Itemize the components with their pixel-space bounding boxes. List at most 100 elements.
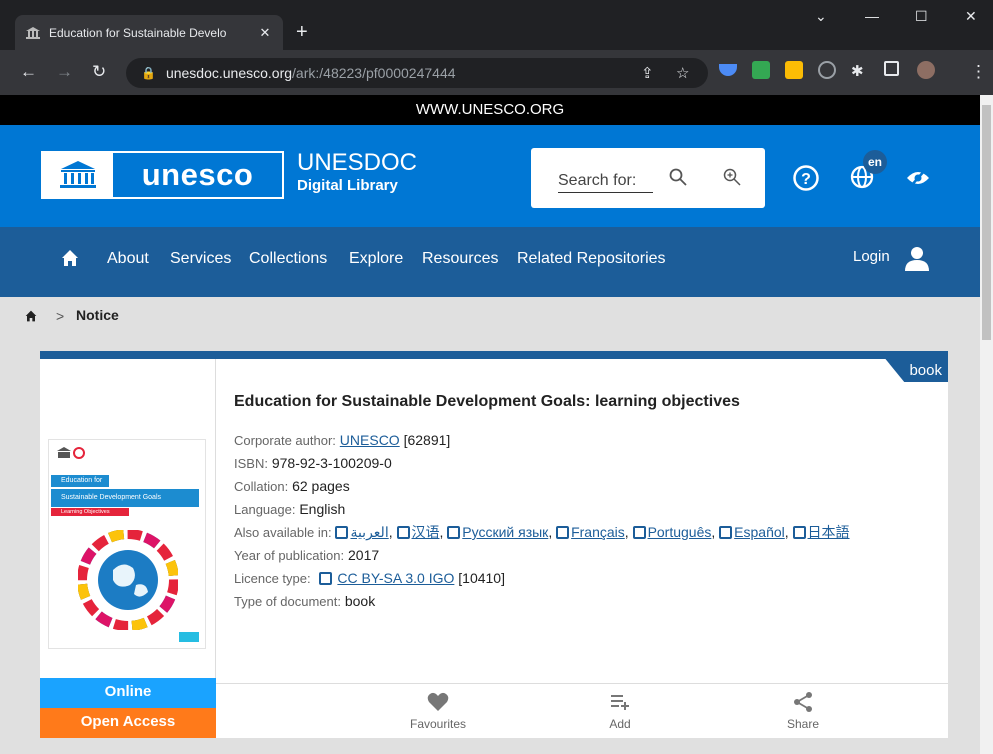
extension-shield-icon[interactable]	[719, 64, 737, 76]
language-label: Language:	[234, 502, 296, 517]
licence-id: [10410]	[458, 570, 505, 586]
nav-about[interactable]: About	[107, 250, 149, 268]
advanced-search-icon[interactable]	[723, 168, 741, 191]
doctype-value: book	[344, 593, 376, 609]
lang-link-chinese[interactable]: 汉语	[412, 524, 440, 540]
open-access-badge[interactable]: Open Access	[40, 708, 216, 738]
address-bar[interactable]: 🔒 unesdoc.unesco.org/ark:/48223/pf000024…	[126, 58, 708, 88]
doctype-label: Type of document:	[234, 594, 341, 609]
share-button[interactable]: Share	[763, 692, 843, 731]
side-panel-icon[interactable]	[884, 61, 899, 76]
external-link-icon	[318, 572, 332, 585]
corporate-author-id: [62891]	[403, 432, 451, 448]
home-icon[interactable]	[61, 249, 79, 272]
language-badge[interactable]: en	[863, 150, 887, 174]
login-link[interactable]: Login	[853, 248, 890, 265]
browser-menu-icon[interactable]: ⋮	[970, 63, 987, 81]
breadcrumb-current: Notice	[76, 307, 119, 323]
nav-collections[interactable]: Collections	[249, 250, 327, 268]
external-link-icon	[556, 526, 570, 539]
cover-title-line-3: Learning Objectives	[51, 508, 129, 516]
corporate-author-link[interactable]: UNESCO	[340, 432, 400, 448]
tab-search-icon[interactable]: ⌄	[815, 8, 827, 25]
maximize-icon[interactable]: ☐	[915, 8, 928, 25]
online-badge[interactable]: Online	[40, 678, 216, 708]
window-close-icon[interactable]: ✕	[965, 8, 977, 25]
lang-link-japanese[interactable]: 日本語	[808, 524, 850, 540]
site-header: unesco UNESDOC Digital Library Search fo…	[0, 125, 980, 227]
collation-value: 62 pages	[292, 478, 350, 494]
breadcrumb-home-icon[interactable]	[25, 309, 37, 325]
unesco-org-banner[interactable]: WWW.UNESCO.ORG	[0, 95, 980, 125]
user-icon[interactable]	[904, 245, 930, 276]
unesco-logo[interactable]: unesco	[41, 151, 284, 199]
record-card: book Education for Sustainable Developme…	[40, 351, 948, 738]
lang-link-french[interactable]: Français	[571, 524, 625, 540]
nav-resources[interactable]: Resources	[422, 250, 498, 268]
add-button[interactable]: Add	[580, 692, 660, 731]
lang-link-portuguese[interactable]: Português	[648, 524, 712, 540]
external-link-icon	[792, 526, 806, 539]
licence-link[interactable]: CC BY-SA 3.0 IGO	[337, 570, 454, 586]
document-type-tag: book	[885, 359, 948, 382]
nav-related-repositories[interactable]: Related Repositories	[517, 250, 666, 268]
bookmark-star-icon[interactable]: ☆	[676, 64, 689, 82]
forward-icon[interactable]: →	[56, 63, 73, 81]
add-label: Add	[609, 717, 631, 731]
cover-publisher-mark	[179, 632, 199, 642]
product-name: UNESDOC	[297, 149, 418, 176]
playlist-add-icon	[580, 692, 660, 717]
tab-close-icon[interactable]: ✕	[257, 25, 273, 41]
cover-logo-icon	[57, 446, 87, 465]
collation-row: Collation: 62 pages	[234, 475, 924, 498]
external-link-icon	[447, 526, 461, 539]
cover-title-line-1: Education for	[51, 475, 109, 487]
also-available-row: Also available in: العربية, 汉语, Русский …	[234, 524, 850, 540]
unesco-favicon-icon	[25, 25, 41, 41]
scrollbar-thumb[interactable]	[982, 105, 991, 340]
year-row: Year of publication: 2017	[234, 544, 924, 567]
new-tab-button[interactable]: +	[296, 22, 308, 42]
record-actions: Favourites Add Share	[216, 683, 948, 738]
product-title[interactable]: UNESDOC Digital Library	[297, 149, 417, 195]
external-link-icon	[396, 526, 410, 539]
back-icon[interactable]: ←	[20, 63, 37, 81]
search-icon[interactable]	[669, 168, 687, 191]
favourites-button[interactable]: Favourites	[398, 692, 478, 731]
share-page-icon[interactable]: ⇪	[641, 64, 654, 82]
reload-icon[interactable]: ↻	[92, 63, 106, 81]
search-input[interactable]: Search for:	[558, 172, 653, 193]
record-details: Education for Sustainable Development Go…	[234, 393, 924, 613]
page-scrollbar[interactable]	[980, 95, 993, 754]
breadcrumb-separator: >	[56, 308, 65, 324]
licence-row: Licence type: CC BY-SA 3.0 IGO [10410]	[234, 567, 924, 590]
profile-avatar[interactable]	[917, 61, 935, 79]
external-link-icon	[632, 526, 646, 539]
favourites-label: Favourites	[409, 717, 467, 731]
extension-google-icon[interactable]	[785, 61, 803, 79]
book-cover-image[interactable]: Education for Sustainable Development Go…	[48, 439, 206, 649]
url-path: /ark:/48223/pf0000247444	[292, 65, 456, 81]
help-icon[interactable]: ?	[793, 165, 819, 196]
year-label: Year of publication:	[234, 548, 345, 563]
breadcrumb: > Notice	[0, 297, 980, 342]
extension-check-icon[interactable]	[752, 61, 770, 79]
external-link-icon	[335, 526, 349, 539]
lang-link-russian[interactable]: Русский язык	[462, 524, 548, 540]
corporate-author-row: Corporate author: UNESCO [62891]	[234, 429, 924, 452]
isbn-label: ISBN:	[234, 456, 268, 471]
extension-circle-icon[interactable]	[818, 61, 836, 79]
nav-explore[interactable]: Explore	[349, 250, 403, 268]
lang-link-spanish[interactable]: Español	[734, 524, 785, 540]
accessibility-eye-icon[interactable]	[905, 169, 931, 192]
collation-label: Collation:	[234, 479, 289, 494]
language-row: Language: English	[234, 498, 924, 521]
lang-link-arabic[interactable]: العربية	[350, 524, 388, 540]
nav-services[interactable]: Services	[170, 250, 231, 268]
browser-tab[interactable]: Education for Sustainable Develo ✕	[15, 15, 283, 50]
browser-tab-strip: Education for Sustainable Develo ✕ + ⌄ —…	[0, 0, 993, 50]
minimize-icon[interactable]: —	[865, 8, 879, 24]
isbn-value: 978-92-3-100209-0	[271, 455, 392, 471]
extensions-puzzle-icon[interactable]: ✱	[851, 62, 869, 80]
year-value: 2017	[348, 547, 380, 563]
